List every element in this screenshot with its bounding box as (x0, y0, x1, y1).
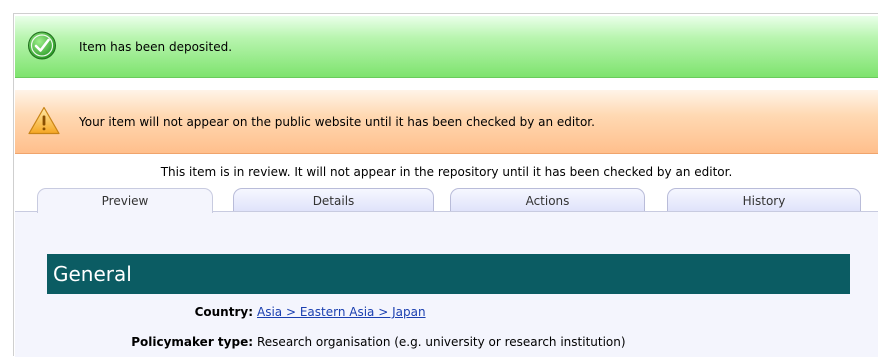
field-value: Asia > Eastern Asia > Japan (257, 305, 426, 319)
warning-message: Your item will not appear on the public … (15, 90, 878, 154)
field-label: Country: (194, 305, 253, 319)
field-value: Research organisation (e.g. university o… (257, 335, 626, 349)
tab-history[interactable]: History (667, 188, 861, 212)
tab-details[interactable]: Details (233, 188, 434, 212)
success-message: Item has been deposited. (15, 16, 878, 78)
check-circle-icon (27, 30, 57, 63)
tab-actions[interactable]: Actions (450, 188, 645, 212)
warning-triangle-icon (27, 105, 61, 138)
review-status-note: This item is in review. It will not appe… (160, 165, 733, 179)
success-text: Item has been deposited. (79, 39, 233, 54)
warning-text: Your item will not appear on the public … (79, 114, 595, 129)
section-header-general: General (47, 254, 850, 294)
field-label: Policymaker type: (131, 335, 253, 349)
tab-bar: Preview Details Actions History (15, 188, 878, 213)
tab-preview[interactable]: Preview (37, 188, 213, 213)
country-link[interactable]: Asia > Eastern Asia > Japan (257, 305, 426, 319)
